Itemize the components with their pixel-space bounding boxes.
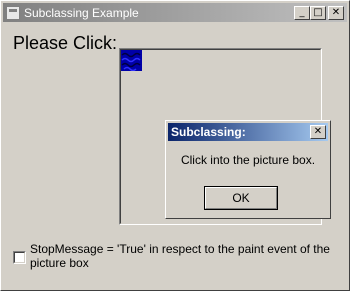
dialog-close-button[interactable]: ✕ xyxy=(310,125,326,139)
ok-button[interactable]: OK xyxy=(204,186,278,210)
blue-texture-icon xyxy=(121,50,142,71)
message-dialog: Subclassing: ✕ Click into the picture bo… xyxy=(165,120,331,219)
main-window: Subclassing Example _ □ ✕ Please Click: … xyxy=(0,0,350,291)
dialog-titlebar[interactable]: Subclassing: ✕ xyxy=(168,123,328,141)
dialog-title: Subclassing: xyxy=(171,125,246,139)
dialog-message: Click into the picture box. xyxy=(180,153,316,167)
close-button[interactable]: ✕ xyxy=(328,5,344,20)
please-click-label: Please Click: xyxy=(13,33,118,53)
window-titlebar[interactable]: Subclassing Example _ □ ✕ xyxy=(3,3,347,22)
maximize-button[interactable]: □ xyxy=(310,5,326,20)
stopmessage-checkbox[interactable] xyxy=(13,251,26,264)
window-title: Subclassing Example xyxy=(24,5,139,20)
minimize-button[interactable]: _ xyxy=(294,5,310,20)
app-icon xyxy=(6,5,20,20)
stopmessage-label[interactable]: StopMessage = 'True' in respect to the p… xyxy=(30,242,335,270)
